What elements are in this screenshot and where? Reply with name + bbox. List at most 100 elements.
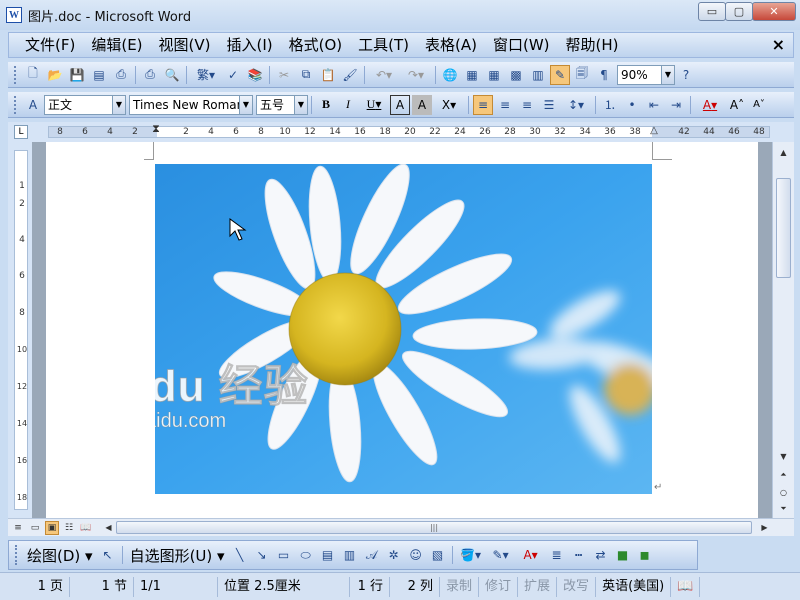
drawing-icon[interactable]: ✎	[550, 64, 570, 85]
status-language[interactable]: 英语(美国)	[596, 576, 672, 597]
font-color-icon[interactable]: A ▾	[695, 95, 725, 115]
outline-view-icon[interactable]: ☷	[62, 521, 76, 535]
columns-icon[interactable]: ▥	[528, 65, 548, 85]
right-indent-marker-icon[interactable]: △	[647, 125, 661, 136]
undo-icon[interactable]: ↶▾	[369, 65, 399, 85]
close-document-button[interactable]: ×	[772, 35, 785, 54]
line-style-icon[interactable]: ≣	[547, 545, 567, 565]
char-shading-icon[interactable]: A	[412, 94, 432, 115]
tab-selector[interactable]: L	[14, 125, 28, 139]
textbox-icon[interactable]: ▤	[318, 545, 338, 565]
scroll-left-icon[interactable]: ◀	[100, 519, 117, 536]
char-border-icon[interactable]: A	[390, 94, 410, 115]
maximize-button[interactable]: ▢	[725, 2, 753, 21]
scroll-thumb[interactable]: |||	[116, 521, 752, 534]
normal-view-icon[interactable]: ≡	[11, 521, 25, 535]
status-ovr[interactable]: 改写	[557, 576, 597, 597]
next-page-icon[interactable]: ⏷	[775, 500, 792, 517]
print-preview-icon[interactable]: ⎙	[111, 65, 131, 85]
diagram-icon[interactable]: ✲	[384, 545, 404, 565]
select-objects-icon[interactable]: ↖	[98, 545, 118, 565]
print-icon[interactable]: ⎙	[140, 65, 160, 85]
draw-font-color-icon[interactable]: A▾	[517, 545, 545, 565]
reading-layout-icon[interactable]: 📖	[79, 521, 93, 535]
menu-format[interactable]: 格式(O)	[281, 34, 351, 56]
format-painter-icon[interactable]: 🖌	[340, 65, 360, 85]
hyperlink-icon[interactable]: 🌐	[440, 65, 460, 85]
show-hide-icon[interactable]: ¶	[594, 65, 614, 85]
oval-icon[interactable]: ⬭	[296, 545, 316, 565]
menu-window[interactable]: 窗口(W)	[485, 34, 558, 56]
justify-icon[interactable]: ☰	[539, 95, 559, 115]
redo-icon[interactable]: ↷▾	[401, 65, 431, 85]
status-trk[interactable]: 修订	[479, 576, 519, 597]
bold-button[interactable]: B	[316, 95, 336, 115]
word-app-icon[interactable]: W	[6, 7, 22, 23]
font-combo[interactable]: Times New Roman ▼	[129, 94, 253, 115]
traditional-chinese-button[interactable]: 繁 ▾	[191, 65, 221, 85]
menu-view[interactable]: 视图(V)	[151, 34, 219, 56]
scroll-up-icon[interactable]: ▲	[775, 144, 792, 161]
vertical-scrollbar[interactable]: ▲ ▼ ⏶ ○ ⏷	[772, 142, 794, 518]
menu-table[interactable]: 表格(A)	[417, 34, 485, 56]
minimize-button[interactable]: ▭	[698, 2, 726, 21]
underline-button[interactable]: U ▾	[360, 95, 388, 115]
close-window-button[interactable]: ✕	[752, 2, 796, 21]
horizontal-scrollbar[interactable]: ◀ ||| ▶	[105, 521, 768, 534]
select-browse-object-icon[interactable]: ○	[775, 484, 792, 501]
menu-edit[interactable]: 编辑(E)	[83, 34, 150, 56]
inline-picture[interactable]: Bai du 经验 jingyan.baidu.com	[155, 164, 652, 494]
increase-indent-icon[interactable]: ⇥	[666, 95, 686, 115]
shadow-style-icon[interactable]: ■	[613, 545, 633, 565]
line-color-icon[interactable]: ✎▾	[487, 545, 515, 565]
save-icon[interactable]: 💾	[67, 65, 87, 85]
open-folder-icon[interactable]: 📂	[45, 65, 65, 85]
font-size-combo[interactable]: 五号 ▼	[256, 94, 308, 115]
insert-table-icon[interactable]: ▦	[484, 65, 504, 85]
styles-formatting-icon[interactable]: A	[23, 95, 43, 115]
fill-color-icon[interactable]: 🪣▾	[457, 545, 485, 565]
menu-help[interactable]: 帮助(H)	[558, 34, 627, 56]
ruler-band[interactable]: 8 6 4 2 ⧗ 2 4 6 8 10 12 14 16 18 20 22 2…	[48, 123, 770, 138]
menu-tools[interactable]: 工具(T)	[350, 34, 417, 56]
web-layout-icon[interactable]: ▭	[28, 521, 42, 535]
bullets-icon[interactable]: •	[622, 95, 642, 115]
insert-excel-icon[interactable]: ▩	[506, 65, 526, 85]
vruler-band[interactable]: 1 2 4 6 8 10 12 14 16 18	[14, 150, 28, 510]
vertical-textbox-icon[interactable]: ▥	[340, 545, 360, 565]
chevron-down-icon[interactable]: ▼	[294, 95, 307, 114]
arrow-style-icon[interactable]: ⇄	[591, 545, 611, 565]
document-page[interactable]: Bai du 经验 jingyan.baidu.com ↵	[46, 142, 758, 518]
line-icon[interactable]: ╲	[230, 545, 250, 565]
clipart-icon[interactable]: ☺	[406, 545, 426, 565]
dash-style-icon[interactable]: ┅	[569, 545, 589, 565]
permission-icon[interactable]: ▤	[89, 65, 109, 85]
scroll-thumb[interactable]	[776, 178, 791, 278]
previous-page-icon[interactable]: ⏶	[775, 466, 792, 483]
zoom-combo[interactable]: 90% ▼	[617, 64, 675, 85]
insert-picture-icon[interactable]: ▧	[428, 545, 448, 565]
cut-icon[interactable]: ✂	[274, 65, 294, 85]
wordart-icon[interactable]: 𝒜	[362, 545, 382, 565]
style-combo[interactable]: 正文 ▼	[44, 94, 126, 115]
new-document-icon[interactable]: 🗋	[23, 65, 43, 85]
shrink-font-icon[interactable]: A ˅	[749, 95, 769, 115]
align-left-icon[interactable]: ≡	[473, 94, 493, 115]
indent-marker-icon[interactable]: ⧗	[149, 123, 163, 134]
spelling-icon[interactable]: ✓	[223, 65, 243, 85]
toolbar-grip[interactable]	[14, 65, 18, 84]
help-icon[interactable]: ?	[676, 65, 696, 85]
scroll-down-icon[interactable]: ▼	[775, 448, 792, 465]
line-spacing-icon[interactable]: ↕▾	[561, 95, 591, 115]
autoshapes-menu-button[interactable]: 自选图形(U) ▾	[126, 545, 229, 566]
status-ext[interactable]: 扩展	[518, 576, 558, 597]
chevron-down-icon[interactable]: ▼	[239, 95, 252, 114]
italic-button[interactable]: I	[338, 95, 358, 115]
draw-menu-button[interactable]: 绘图(D) ▾	[23, 545, 97, 566]
chevron-down-icon[interactable]: ▼	[112, 95, 125, 114]
menu-insert[interactable]: 插入(I)	[219, 34, 281, 56]
align-center-icon[interactable]: ≡	[495, 95, 515, 115]
arrow-icon[interactable]: ↘	[252, 545, 272, 565]
grow-font-icon[interactable]: A ˄	[727, 95, 747, 115]
paste-icon[interactable]: 📋	[318, 65, 338, 85]
